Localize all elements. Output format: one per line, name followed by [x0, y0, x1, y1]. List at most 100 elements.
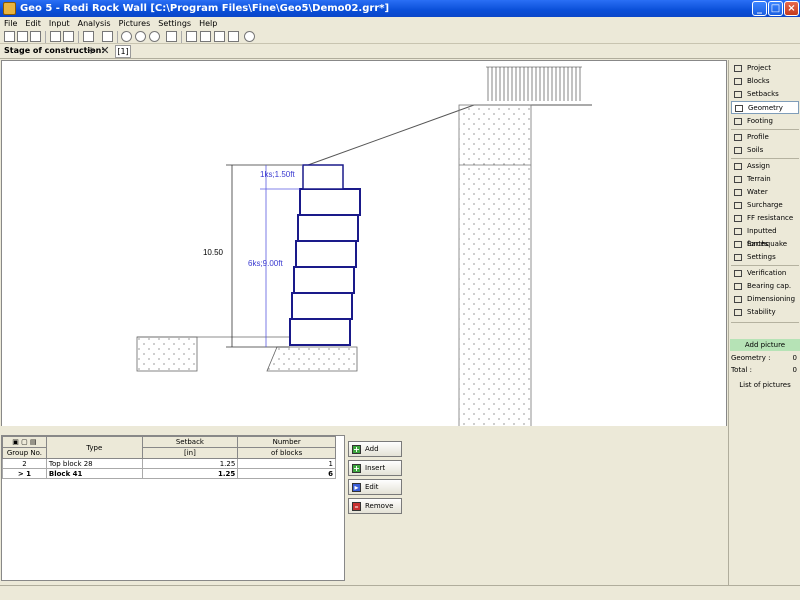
sidebar-separator [731, 322, 799, 323]
sidebar-item-verification[interactable]: Verification [731, 267, 799, 280]
toolbar-separator [45, 31, 46, 43]
sidebar-item-blocks[interactable]: Blocks [731, 75, 799, 88]
sidebar-item-surcharge[interactable]: Surcharge [731, 199, 799, 212]
menu-settings[interactable]: Settings [154, 17, 195, 30]
zoom-fit-icon[interactable] [149, 31, 160, 42]
sidebar-separator [731, 129, 799, 130]
insert-button[interactable]: + Insert [348, 460, 402, 476]
sidebar-item-earthquake[interactable]: Earthquake [731, 238, 799, 251]
minimize-button[interactable]: _ [752, 1, 767, 16]
print-icon[interactable] [102, 31, 113, 42]
dimensioning-icon [734, 296, 742, 303]
stability-icon [734, 309, 742, 316]
inputted-forces-icon [734, 228, 742, 235]
settings-gear-icon[interactable] [244, 31, 255, 42]
sidebar: Project Blocks Setbacks Geometry Footing… [728, 60, 800, 600]
settings-icon [734, 254, 742, 261]
copy-view-icon[interactable] [83, 31, 94, 42]
sidebar-item-soils[interactable]: Soils [731, 144, 799, 157]
sidebar-item-inputted-forces[interactable]: Inputted forces [731, 225, 799, 248]
bearing-cap-icon [734, 283, 742, 290]
menu-help[interactable]: Help [195, 17, 221, 30]
add-stage-icon[interactable]: + [85, 45, 97, 57]
remove-button[interactable]: – Remove [348, 498, 402, 514]
header-setback-unit: [in] [141, 447, 239, 459]
maximize-button[interactable]: □ [768, 1, 783, 16]
table-row-selected[interactable]: > 1 Block 41 1.25 6 [2, 468, 336, 479]
sidebar-item-footing[interactable]: Footing [731, 115, 799, 128]
remove-stage-icon[interactable]: ✕ [99, 45, 111, 57]
soil-column [458, 104, 532, 430]
wall-drawing: 10.50 1ks;1.50ft 6ks;9.00ft [136, 66, 592, 430]
header-number-sub: of blocks [237, 447, 336, 459]
canvas-scrollbar[interactable] [1, 426, 727, 433]
front-soil [136, 336, 198, 372]
sidebar-item-water[interactable]: Water [731, 186, 799, 199]
new-file-icon[interactable] [4, 31, 15, 42]
header-type: Type [45, 436, 143, 459]
wall-blocks [289, 164, 361, 346]
table-row[interactable]: 2 Top block 28 1.25 1 [2, 458, 336, 469]
zoom-out-icon[interactable] [135, 31, 146, 42]
list-of-pictures-button[interactable]: List of pictures [731, 379, 799, 392]
wall-block [289, 318, 351, 346]
table-toolbar-cell[interactable]: ▣ ▢ ▤ [2, 436, 47, 448]
add-picture-button[interactable]: Add picture [730, 339, 800, 351]
view-icon[interactable] [214, 31, 225, 42]
sidebar-item-settings[interactable]: Settings [731, 251, 799, 264]
copy-icon[interactable] [50, 31, 61, 42]
wall-block [293, 266, 355, 294]
title-bar: Geo 5 - Redi Rock Wall [C:\Program Files… [0, 0, 800, 17]
stage-tab-1[interactable]: [1] [115, 45, 131, 58]
sidebar-separator [731, 158, 799, 159]
paste-icon[interactable] [63, 31, 74, 42]
edit-icon: ▸ [352, 483, 361, 492]
header-setback: Setback [141, 436, 239, 448]
menu-file[interactable]: File [0, 17, 21, 30]
sidebar-item-ff-resistance[interactable]: FF resistance [731, 212, 799, 225]
menu-edit[interactable]: Edit [21, 17, 45, 30]
save-file-icon[interactable] [30, 31, 41, 42]
total-count: Total :0 [731, 366, 797, 374]
surcharge-icon [734, 202, 742, 209]
sidebar-item-project[interactable]: Project [731, 62, 799, 75]
menu-input[interactable]: Input [45, 17, 74, 30]
grid-icon[interactable] [200, 31, 211, 42]
add-icon: + [352, 445, 361, 454]
toolbar-separator [181, 31, 182, 43]
geometry-icon [735, 105, 743, 112]
sidebar-item-dimensioning[interactable]: Dimensioning [731, 293, 799, 306]
close-button[interactable]: × [784, 1, 799, 16]
menu-analysis[interactable]: Analysis [74, 17, 115, 30]
blocks-table-panel: ▣ ▢ ▤ Type Setback Number Group No. [in]… [1, 435, 345, 581]
verification-icon [734, 270, 742, 277]
geometry-count: Geometry :0 [731, 354, 797, 362]
refresh-icon[interactable] [228, 31, 239, 42]
terrain-icon [734, 176, 742, 183]
profile-icon [734, 134, 742, 141]
sidebar-item-bearing-cap[interactable]: Bearing cap. [731, 280, 799, 293]
menu-bar: File Edit Input Analysis Pictures Settings Hel… [0, 17, 800, 30]
surcharge-hatch [486, 66, 582, 101]
add-button[interactable]: + Add [348, 441, 402, 457]
menu-pictures[interactable]: Pictures [115, 17, 155, 30]
frame-icon[interactable] [186, 31, 197, 42]
sidebar-item-assign[interactable]: Assign [731, 160, 799, 173]
open-file-icon[interactable] [17, 31, 28, 42]
pan-icon[interactable] [166, 31, 177, 42]
sidebar-item-stability[interactable]: Stability [731, 306, 799, 319]
sidebar-item-terrain[interactable]: Terrain [731, 173, 799, 186]
window-title: Geo 5 - Redi Rock Wall [C:\Program Files… [20, 3, 390, 14]
wall-block [295, 240, 357, 268]
sidebar-separator [731, 265, 799, 266]
sidebar-item-profile[interactable]: Profile [731, 131, 799, 144]
edit-button[interactable]: ▸ Edit [348, 479, 402, 495]
remove-icon: – [352, 502, 361, 511]
zoom-in-icon[interactable] [121, 31, 132, 42]
drawing-canvas[interactable]: 10.50 1ks;1.50ft 6ks;9.00ft [1, 60, 727, 432]
soils-icon [734, 147, 742, 154]
insert-icon: + [352, 464, 361, 473]
sidebar-item-setbacks[interactable]: Setbacks [731, 88, 799, 101]
sidebar-item-geometry[interactable]: Geometry [731, 101, 799, 114]
lower-blocks-label: 6ks;9.00ft [248, 259, 283, 268]
